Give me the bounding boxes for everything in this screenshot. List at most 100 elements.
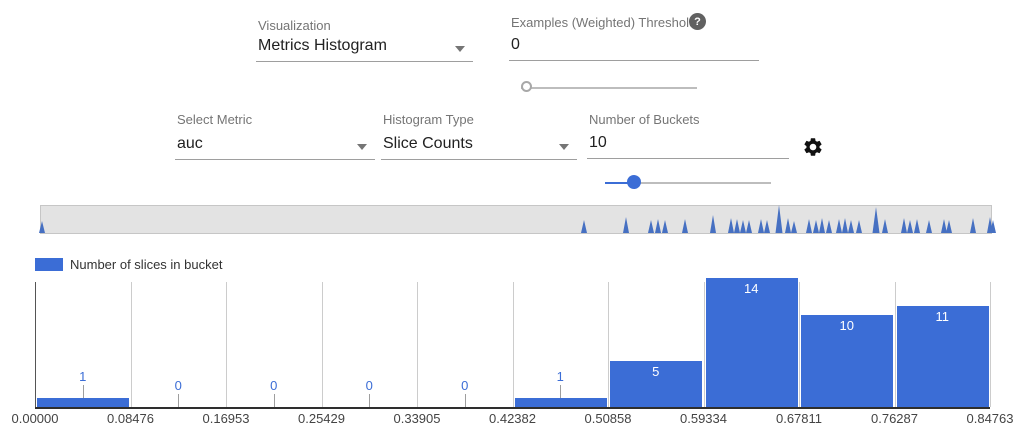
density-spike: [710, 215, 716, 233]
histogram-type-label: Histogram Type: [383, 112, 474, 127]
gridline: [131, 282, 132, 407]
threshold-value: 0: [511, 36, 520, 54]
histogram-bar[interactable]: [706, 278, 799, 407]
chevron-down-icon[interactable]: [559, 144, 569, 150]
bar-value-label: 1: [53, 369, 113, 384]
overview-strip[interactable]: [40, 205, 992, 234]
x-tick-label: 0.84763: [950, 411, 1024, 426]
x-tick-label: 0.50858: [568, 411, 648, 426]
y-axis-line: [35, 282, 36, 407]
density-spike: [813, 220, 819, 233]
legend-label: Number of slices in bucket: [70, 257, 222, 272]
density-spike: [806, 219, 812, 233]
density-spike: [826, 220, 832, 233]
help-icon[interactable]: ?: [689, 13, 706, 30]
bar-value-label: 5: [626, 364, 686, 379]
visualization-select[interactable]: Metrics Histogram: [256, 36, 473, 62]
x-axis-line: [35, 407, 990, 409]
density-spike: [941, 219, 947, 233]
gridline: [513, 282, 514, 407]
x-axis-labels: 0.000000.084760.169530.254290.339050.423…: [35, 411, 990, 429]
density-spike: [662, 220, 668, 233]
x-tick-label: 0.00000: [0, 411, 75, 426]
density-spike: [776, 205, 783, 233]
histogram-type-value: Slice Counts: [383, 135, 473, 153]
annotation-leader-line: [83, 385, 84, 398]
density-spike: [836, 219, 842, 233]
metrics-histogram-panel: Visualization Metrics Histogram Examples…: [0, 0, 1024, 432]
x-tick-label: 0.76287: [855, 411, 935, 426]
gridline: [417, 282, 418, 407]
annotation-leader-line: [560, 385, 561, 398]
metric-label: Select Metric: [177, 112, 252, 127]
density-spike: [655, 219, 661, 233]
threshold-input[interactable]: 0: [509, 34, 759, 61]
metric-select[interactable]: auc: [175, 134, 375, 160]
slider-thumb[interactable]: [627, 175, 641, 189]
density-spike: [648, 220, 654, 233]
annotation-leader-line: [274, 394, 275, 407]
settings-icon: [802, 136, 824, 158]
gridline: [322, 282, 323, 407]
histogram-type-select[interactable]: Slice Counts: [381, 134, 577, 160]
visualization-value: Metrics Histogram: [258, 37, 387, 55]
threshold-label: Examples (Weighted) Threshold: [511, 15, 696, 30]
x-tick-label: 0.42382: [473, 411, 553, 426]
bar-value-label: 11: [912, 309, 972, 324]
buckets-input[interactable]: 10: [587, 133, 789, 159]
slider-thumb[interactable]: [521, 81, 532, 92]
visualization-label: Visualization: [258, 18, 331, 33]
density-spike: [848, 220, 854, 233]
density-spike: [758, 219, 764, 233]
density-spike: [856, 220, 862, 233]
x-tick-label: 0.16953: [186, 411, 266, 426]
density-spike: [882, 219, 888, 233]
density-spike: [623, 217, 629, 233]
density-spike: [914, 219, 920, 233]
buckets-value: 10: [589, 134, 607, 152]
bar-value-label: 10: [817, 318, 877, 333]
input-underline: [587, 158, 789, 159]
density-spike: [39, 221, 45, 233]
density-spike: [682, 219, 688, 233]
density-spike: [791, 221, 797, 233]
density-spike: [873, 207, 880, 233]
slice-density-spikes: [41, 197, 991, 233]
histogram-bar[interactable]: [515, 398, 608, 407]
density-spike: [970, 218, 976, 233]
density-spike: [926, 220, 932, 233]
gridline: [990, 282, 991, 407]
settings-button[interactable]: [802, 136, 824, 158]
metric-value: auc: [177, 135, 203, 153]
threshold-slider[interactable]: [521, 81, 697, 95]
chevron-down-icon[interactable]: [455, 46, 465, 52]
density-spike: [907, 220, 913, 233]
density-spike: [901, 218, 907, 233]
annotation-leader-line: [369, 394, 370, 407]
gridline: [226, 282, 227, 407]
bar-value-label: 14: [721, 281, 781, 296]
slider-track[interactable]: [521, 87, 697, 89]
bar-value-label: 1: [530, 369, 590, 384]
chevron-down-icon[interactable]: [357, 144, 367, 150]
density-spike: [946, 220, 952, 233]
density-spike: [581, 220, 587, 233]
density-spike: [728, 218, 734, 233]
density-spike: [842, 218, 848, 233]
histogram-plot: 1000015141011: [35, 282, 990, 407]
bar-value-label: 0: [148, 378, 208, 393]
density-spike: [734, 219, 740, 233]
select-underline: [175, 159, 375, 160]
density-spike: [746, 220, 752, 233]
select-underline: [381, 159, 577, 160]
x-tick-label: 0.67811: [759, 411, 839, 426]
density-spike: [819, 218, 825, 233]
x-tick-label: 0.59334: [664, 411, 744, 426]
buckets-slider[interactable]: [605, 176, 771, 190]
input-underline: [509, 60, 759, 61]
bar-value-label: 0: [339, 378, 399, 393]
histogram-bar[interactable]: [37, 398, 130, 407]
legend-swatch: [35, 258, 63, 271]
density-spike: [764, 220, 770, 233]
density-spike: [785, 218, 791, 233]
